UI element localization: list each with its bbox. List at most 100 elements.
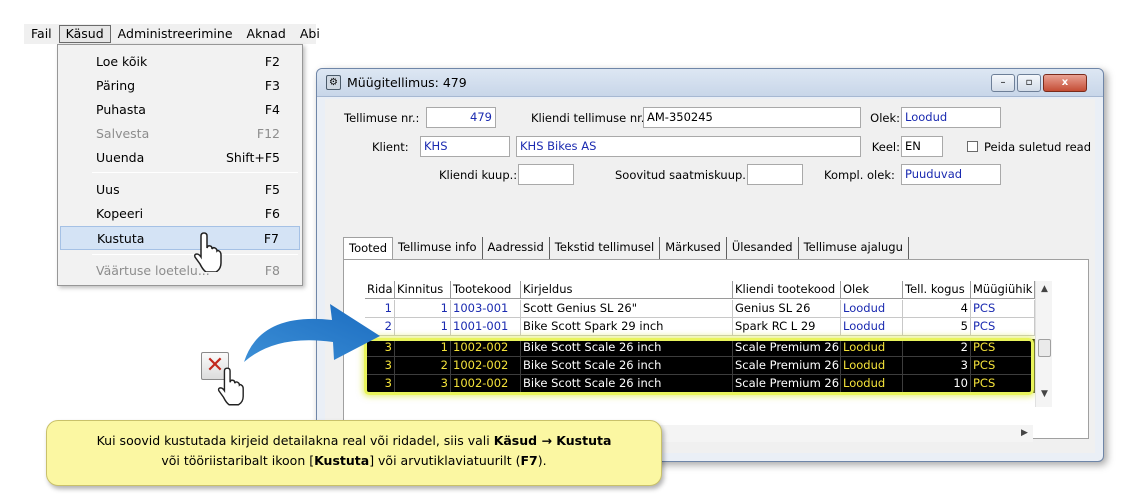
menu-item-uus[interactable]: Uus F5 xyxy=(60,177,300,201)
menu-item-label: Salvesta xyxy=(96,125,150,141)
table-row[interactable]: 2 1 1001-001 Bike Scott Spark 29 inch Sp… xyxy=(365,318,1035,336)
client-name-field[interactable]: KHS Bikes AS xyxy=(516,136,861,157)
language-field[interactable]: EN xyxy=(901,136,943,157)
callout-text: ). xyxy=(537,453,547,468)
grid-vertical-scrollbar[interactable]: ▲ ▼ xyxy=(1035,281,1052,407)
cell-kinnitus: 1 xyxy=(395,300,451,318)
client-label: Klient: xyxy=(372,140,409,154)
table-row[interactable]: 1 1 1003-001 Scott Genius SL 26" Genius … xyxy=(365,300,1035,318)
tab-tooted[interactable]: Tooted xyxy=(343,237,394,260)
menu-bar: Fail Käsud Administreerimine Aknad Abi xyxy=(24,24,320,44)
menu-item-puhasta[interactable]: Puhasta F4 xyxy=(60,97,300,121)
menu-administreerimine[interactable]: Administreerimine xyxy=(111,25,240,43)
cell-olek: Loodud xyxy=(841,318,903,336)
tab-ulesanded[interactable]: Ülesanded xyxy=(727,237,799,259)
scroll-down-icon[interactable]: ▼ xyxy=(1041,389,1048,399)
scroll-thumb[interactable] xyxy=(1038,339,1051,357)
status-label: Olek: xyxy=(870,111,900,125)
cell-olek: Loodud xyxy=(841,300,903,318)
kasud-dropdown: Loe kõik F2 Päring F3 Puhasta F4 Salvesta F1… xyxy=(57,44,303,286)
col-header-tootekood[interactable]: Tootekood xyxy=(451,281,521,299)
wish-date-field[interactable] xyxy=(747,164,803,185)
client-date-field[interactable] xyxy=(518,164,574,185)
restore-button[interactable]: ▫ xyxy=(1017,74,1041,92)
window-client-area: Tellimuse nr.: 479 Kliendi tellimuse nr.… xyxy=(325,99,1095,453)
callout-bold: Kustuta xyxy=(556,433,612,448)
cell-tootekood: 1001-001 xyxy=(451,318,521,336)
wish-date-label: Soovitud saatmiskuup.: xyxy=(615,168,750,182)
language-label: Keel: xyxy=(871,140,900,154)
menu-item-label: Kustuta xyxy=(97,230,145,246)
cell-kirjeldus: Bike Scott Spark 29 inch xyxy=(521,318,733,336)
menu-item-label: Uus xyxy=(96,181,120,197)
scroll-right-icon[interactable]: ▶ xyxy=(1021,428,1028,438)
menu-item-label: Uuenda xyxy=(96,149,145,165)
kompl-status-field[interactable]: Puuduvad xyxy=(901,164,1001,185)
col-header-tell-kogus[interactable]: Tell. kogus xyxy=(903,281,971,299)
hide-closed-checkbox[interactable] xyxy=(967,141,978,152)
menu-item-shortcut: F7 xyxy=(263,230,279,246)
col-header-olek[interactable]: Olek xyxy=(841,281,903,299)
menu-abi[interactable]: Abi xyxy=(293,25,327,43)
menu-item-shortcut: F4 xyxy=(264,101,280,117)
callout-bold: Käsud xyxy=(493,433,538,448)
col-header-kinnitus[interactable]: Kinnitus xyxy=(395,281,451,299)
minimize-button[interactable]: – xyxy=(991,74,1015,92)
callout-line-2: või tööriistaribalt ikoon [Kustuta] või … xyxy=(47,451,661,471)
status-field[interactable]: Loodud xyxy=(901,107,1001,128)
close-button[interactable]: x xyxy=(1043,74,1087,92)
menu-item-shortcut: F3 xyxy=(264,77,280,93)
menu-item-label: Puhasta xyxy=(96,101,146,117)
menu-item-shortcut: Shift+F5 xyxy=(225,149,280,165)
menu-separator xyxy=(92,172,298,173)
cell-kliendi-tootekood: Spark RC L 29 xyxy=(733,318,841,336)
menu-item-shortcut: F6 xyxy=(264,205,280,221)
tab-tellimuse-info[interactable]: Tellimuse info xyxy=(393,237,483,259)
cell-muugiuhik: PCS xyxy=(971,318,1035,336)
menu-item-kopeeri[interactable]: Kopeeri F6 xyxy=(60,201,300,225)
client-code-field[interactable]: KHS xyxy=(420,136,510,157)
cell-kirjeldus: Scott Genius SL 26" xyxy=(521,300,733,318)
menu-fail[interactable]: Fail xyxy=(24,25,59,43)
kompl-status-label: Kompl. olek: xyxy=(824,168,895,182)
window-app-icon: ⚙ xyxy=(326,75,341,90)
tab-markused[interactable]: Märkused xyxy=(660,237,727,259)
client-order-field[interactable]: AM-350245 xyxy=(643,107,861,128)
order-no-field[interactable]: 479 xyxy=(426,107,496,128)
menu-item-paring[interactable]: Päring F3 xyxy=(60,73,300,97)
menu-item-salvesta: Salvesta F12 xyxy=(60,121,300,145)
menu-kasud[interactable]: Käsud xyxy=(58,25,111,43)
cell-tell-kogus: 5 xyxy=(903,318,971,336)
hand-cursor-icon xyxy=(217,367,244,406)
menu-item-kustuta[interactable]: Kustuta F7 xyxy=(60,226,300,250)
sales-order-window: ⚙ Müügitellimus: 479 – ▫ x Tellimuse nr.… xyxy=(316,68,1104,462)
menu-item-uuenda[interactable]: Uuenda Shift+F5 xyxy=(60,145,300,169)
menu-item-shortcut: F12 xyxy=(256,125,280,141)
client-date-label: Kliendi kuup.: xyxy=(439,168,518,182)
tab-aadressid[interactable]: Aadressid xyxy=(483,237,550,259)
cell-tootekood: 1003-001 xyxy=(451,300,521,318)
tab-tellimuse-ajalugu[interactable]: Tellimuse ajalugu xyxy=(799,237,909,259)
col-header-kliendi-tootekood[interactable]: Kliendi tootekood xyxy=(733,281,841,299)
menu-item-loe-koik[interactable]: Loe kõik F2 xyxy=(60,49,300,73)
cell-kinnitus: 1 xyxy=(395,318,451,336)
menu-aknad[interactable]: Aknad xyxy=(240,25,293,43)
menu-item-vaartuse-loetelu: Väärtuse loetelu... F8 xyxy=(60,258,300,282)
col-header-muugiuhik[interactable]: Müügiühik xyxy=(971,281,1035,299)
tab-bar: Tooted Tellimuse info Aadressid Tekstid … xyxy=(343,237,909,260)
col-header-kirjeldus[interactable]: Kirjeldus xyxy=(521,281,733,299)
scroll-up-icon[interactable]: ▲ xyxy=(1041,284,1048,294)
instruction-callout: Kui soovid kustutada kirjeid detailakna … xyxy=(46,420,662,486)
callout-arrow: → xyxy=(537,433,557,448)
client-order-label: Kliendi tellimuse nr.: xyxy=(531,111,649,125)
callout-text: Kui soovid kustutada kirjeid detailakna … xyxy=(96,433,494,448)
callout-bold: F7 xyxy=(520,453,538,468)
menu-item-shortcut: F2 xyxy=(264,53,280,69)
cell-muugiuhik: PCS xyxy=(971,300,1035,318)
blue-arrow-icon xyxy=(244,304,380,362)
cell-kliendi-tootekood: Genius SL 26 xyxy=(733,300,841,318)
callout-text: ] või arvutiklaviatuurilt ( xyxy=(369,453,521,468)
window-titlebar: ⚙ Müügitellimus: 479 – ▫ x xyxy=(317,69,1103,97)
tab-tekstid-tellimusel[interactable]: Tekstid tellimusel xyxy=(550,237,661,259)
callout-line-1: Kui soovid kustutada kirjeid detailakna … xyxy=(47,431,661,451)
